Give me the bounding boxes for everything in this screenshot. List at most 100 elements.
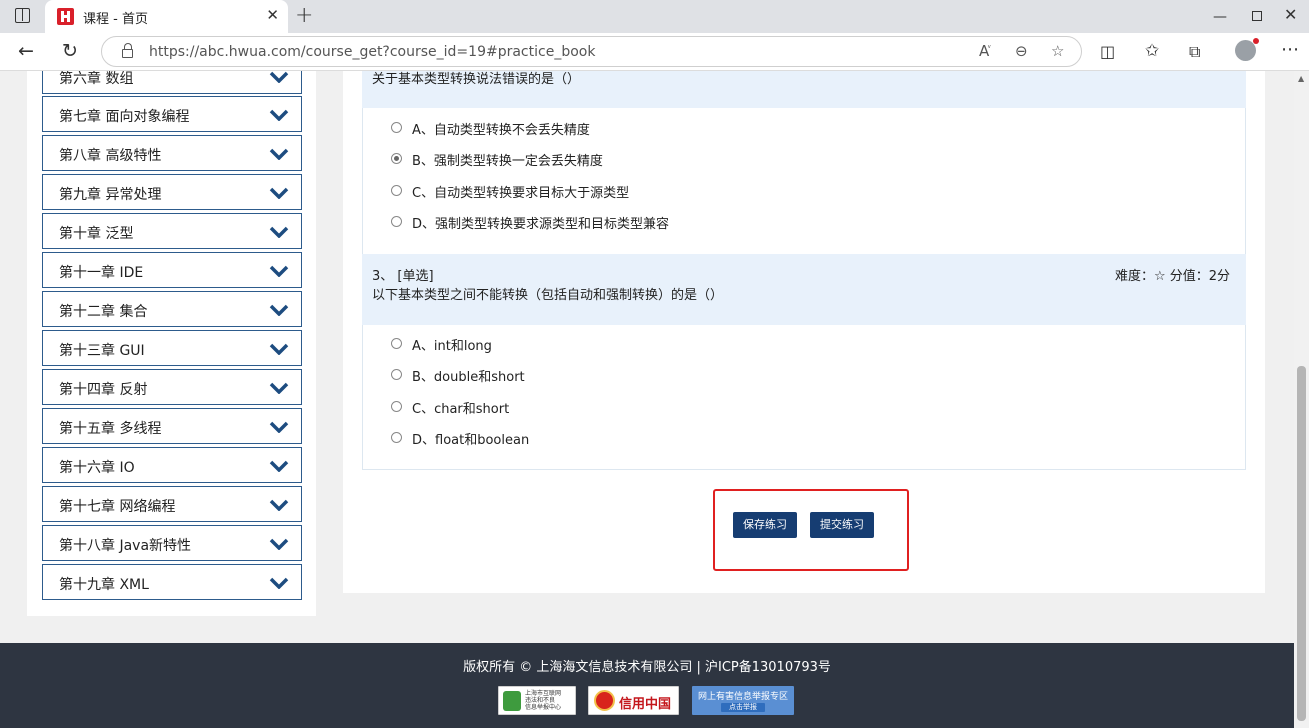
chapter-item[interactable]: 第七章 面向对象编程	[42, 96, 302, 132]
site-footer: 版权所有 © 上海海文信息技术有限公司 | 沪ICP备13010793号 上海市…	[0, 643, 1294, 728]
save-practice-button[interactable]: 保存练习	[733, 512, 797, 538]
chapter-item[interactable]: 第十章 泛型	[42, 213, 302, 249]
question-meta: 难度：☆ 分值：2分	[1114, 269, 1230, 284]
chevron-down-icon[interactable]	[269, 265, 289, 277]
chapter-item[interactable]: 第十五章 多线程	[42, 408, 302, 444]
question-header: 3、 [单选] 以下基本类型之间不能转换（包括自动和强制转换）的是（） 难度：☆…	[362, 254, 1246, 325]
add-favorite-icon[interactable]: ☆	[1051, 42, 1064, 60]
refresh-icon[interactable]: ↻	[62, 40, 78, 62]
lock-icon[interactable]	[122, 43, 133, 58]
collections-icon[interactable]: ⧉	[1189, 42, 1200, 62]
profile-avatar[interactable]	[1235, 38, 1259, 61]
chevron-down-icon[interactable]	[269, 148, 289, 160]
tab-close-icon[interactable]: ✕	[266, 6, 279, 24]
chapter-item[interactable]: 第十九章 XML	[42, 564, 302, 600]
chapter-sidebar: 第六章 数组 第七章 面向对象编程 第八章 高级特性 第九章 异常处理 第十章 …	[27, 71, 316, 616]
chevron-down-icon[interactable]	[269, 577, 289, 589]
chevron-down-icon[interactable]	[269, 109, 289, 121]
badge-line: 上海市互联网 违法和不良 信息举报中心	[525, 690, 562, 711]
chevron-down-icon[interactable]	[269, 421, 289, 433]
scrollbar-thumb[interactable]	[1297, 366, 1306, 721]
chevron-down-icon[interactable]	[269, 187, 289, 199]
question-number-type: 3、 [单选]	[372, 269, 434, 284]
chapter-item[interactable]: 第十四章 反射	[42, 369, 302, 405]
radio-button[interactable]	[391, 401, 402, 412]
chapter-item[interactable]: 第八章 高级特性	[42, 135, 302, 171]
chapter-label: 第十五章 多线程	[59, 421, 162, 437]
url-text[interactable]: https://abc.hwua.com/course_get?course_i…	[149, 44, 595, 60]
question-options: A、int和long B、double和short C、char和short D…	[362, 325, 1246, 470]
credit-china-badge[interactable]: 信用中国	[588, 686, 679, 715]
report-click-label[interactable]: 点击举报	[721, 703, 765, 712]
chapter-label: 第十一章 IDE	[59, 265, 144, 281]
chapter-label: 第十三章 GUI	[59, 343, 145, 359]
scroll-up-arrow-icon[interactable]: ▲	[1298, 74, 1304, 83]
radio-button[interactable]	[391, 153, 402, 164]
browser-toolbar: ← ↻ https://abc.hwua.com/course_get?cour…	[0, 33, 1309, 71]
more-menu-icon[interactable]: ⋯	[1281, 39, 1299, 60]
chapter-label: 第十章 泛型	[59, 226, 134, 242]
radio-button[interactable]	[391, 369, 402, 380]
new-tab-icon[interactable]: +	[295, 3, 313, 28]
chapter-label: 第九章 异常处理	[59, 187, 162, 203]
chevron-down-icon[interactable]	[269, 304, 289, 316]
chapter-label: 第十七章 网络编程	[59, 499, 176, 515]
radio-button[interactable]	[391, 338, 402, 349]
harmful-info-report-badge[interactable]: 网上有害信息举报专区 点击举报	[692, 686, 794, 715]
radio-button[interactable]	[391, 185, 402, 196]
chevron-down-icon[interactable]	[269, 460, 289, 472]
radio-button[interactable]	[391, 216, 402, 227]
question-header: 关于基本类型转换说法错误的是（）	[362, 71, 1246, 108]
chapter-item[interactable]: 第十三章 GUI	[42, 330, 302, 366]
tab-actions-icon[interactable]	[15, 8, 30, 23]
site-favicon-icon	[57, 8, 74, 25]
chevron-down-icon[interactable]	[269, 538, 289, 550]
option-label: A、int和long	[412, 339, 492, 354]
radio-button[interactable]	[391, 432, 402, 443]
back-arrow-icon[interactable]: ←	[18, 40, 34, 62]
favorites-icon[interactable]: ✩	[1145, 41, 1159, 61]
tab-title: 课程 - 首页	[83, 12, 148, 27]
chapter-label: 第十九章 XML	[59, 577, 149, 593]
chapter-item[interactable]: 第九章 异常处理	[42, 174, 302, 210]
chapter-label: 第十六章 IO	[59, 460, 135, 476]
option-label: D、float和boolean	[412, 433, 530, 448]
practice-content: 关于基本类型转换说法错误的是（） A、自动类型转换不会丢失精度 B、强制类型转换…	[343, 71, 1265, 593]
submit-practice-button[interactable]: 提交练习	[810, 512, 874, 538]
maximize-icon[interactable]	[1252, 11, 1262, 21]
chapter-item[interactable]: 第六章 数组	[42, 71, 302, 94]
option-label: C、char和short	[412, 402, 510, 417]
question-text: 关于基本类型转换说法错误的是（）	[372, 72, 581, 87]
option-label: A、自动类型转换不会丢失精度	[412, 123, 590, 138]
chapter-label: 第八章 高级特性	[59, 148, 162, 164]
option-label: B、强制类型转换一定会丢失精度	[412, 154, 603, 169]
national-emblem-icon	[594, 690, 615, 711]
question-options: A、自动类型转换不会丢失精度 B、强制类型转换一定会丢失精度 C、自动类型转换要…	[362, 108, 1246, 254]
read-aloud-icon[interactable]: Aͮ	[979, 42, 989, 60]
radio-button[interactable]	[391, 122, 402, 133]
report-center-logo-icon	[503, 691, 521, 711]
credit-china-text: 信用中国	[619, 697, 672, 712]
window-close-icon[interactable]: ✕	[1284, 5, 1297, 24]
chapter-item[interactable]: 第十七章 网络编程	[42, 486, 302, 522]
chevron-down-icon[interactable]	[269, 499, 289, 511]
chapter-item[interactable]: 第十六章 IO	[42, 447, 302, 483]
split-screen-icon[interactable]: ◫	[1100, 42, 1115, 61]
chevron-down-icon[interactable]	[269, 226, 289, 238]
chapter-item[interactable]: 第十二章 集合	[42, 291, 302, 327]
chapter-label: 第十二章 集合	[59, 304, 148, 320]
option-label: B、double和short	[412, 370, 525, 385]
harmful-info-title: 网上有害信息举报专区	[697, 692, 788, 702]
chevron-down-icon[interactable]	[269, 71, 289, 83]
chevron-down-icon[interactable]	[269, 382, 289, 394]
chapter-item[interactable]: 第十一章 IDE	[42, 252, 302, 288]
page-viewport: 第六章 数组 第七章 面向对象编程 第八章 高级特性 第九章 异常处理 第十章 …	[0, 71, 1294, 728]
chapter-item[interactable]: 第十八章 Java新特性	[42, 525, 302, 561]
minimize-icon[interactable]: —	[1213, 9, 1227, 25]
report-center-badge[interactable]: 上海市互联网 违法和不良 信息举报中心	[498, 686, 576, 715]
page-scrollbar[interactable]: ▲	[1294, 71, 1309, 728]
zoom-out-icon[interactable]: ⊖	[1015, 42, 1028, 60]
browser-tab[interactable]: 课程 - 首页 ✕	[45, 0, 288, 33]
address-bar[interactable]: https://abc.hwua.com/course_get?course_i…	[101, 36, 1082, 67]
chevron-down-icon[interactable]	[269, 343, 289, 355]
